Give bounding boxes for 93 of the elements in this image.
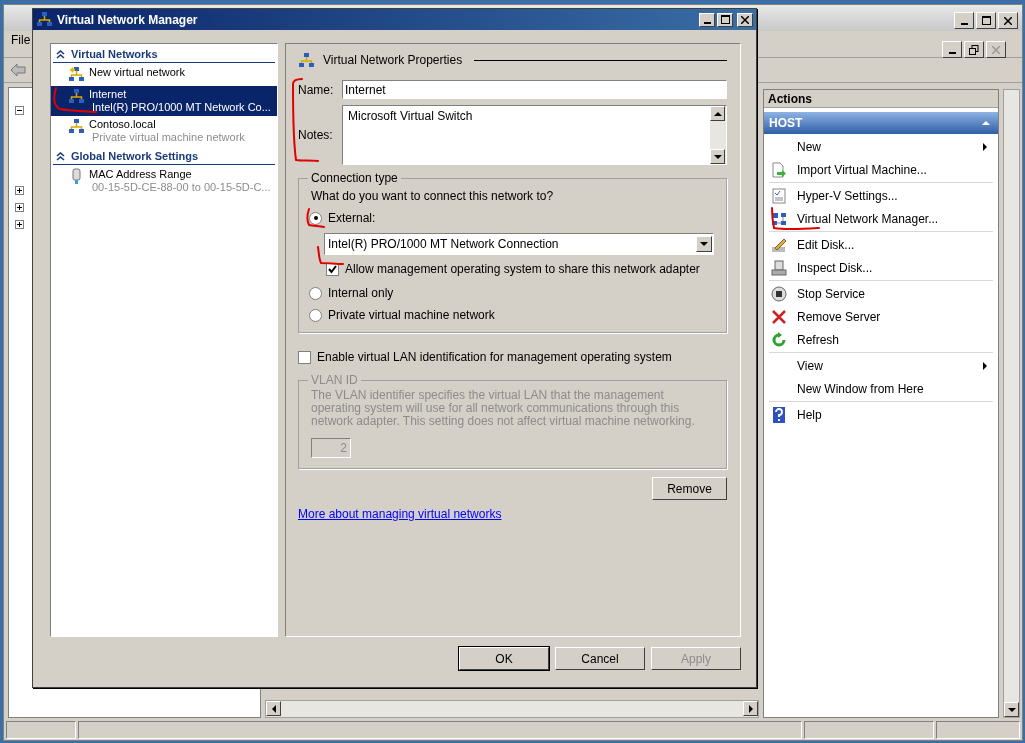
action-link[interactable]: New xyxy=(797,139,973,154)
minimize-button[interactable] xyxy=(699,12,715,27)
maximize-button[interactable] xyxy=(976,12,996,29)
section-header: Virtual Networks xyxy=(71,48,158,60)
minimize-button[interactable] xyxy=(942,41,962,58)
disk-drive-icon xyxy=(771,259,787,276)
action-link[interactable]: Stop Service xyxy=(797,286,989,301)
action-link[interactable]: Refresh xyxy=(797,332,989,347)
restore-button[interactable] xyxy=(964,41,984,58)
help-icon xyxy=(772,406,786,423)
checkmark-icon xyxy=(328,264,337,274)
network-icon xyxy=(68,118,85,135)
minimize-icon xyxy=(960,22,968,25)
pencil-icon xyxy=(771,236,787,253)
scroll-down-icon xyxy=(713,152,722,161)
action-link[interactable]: Virtual Network Manager... xyxy=(797,211,989,226)
scroll-right-icon xyxy=(746,704,755,713)
help-link[interactable]: More about managing virtual networks xyxy=(298,507,502,521)
action-link[interactable]: Inspect Disk... xyxy=(797,260,989,275)
x-icon xyxy=(771,308,787,325)
minimize-icon xyxy=(948,51,956,54)
close-icon xyxy=(1004,16,1012,25)
chevron-up-icon[interactable] xyxy=(56,151,65,161)
close-icon xyxy=(992,45,1000,54)
add-network-icon xyxy=(68,66,85,83)
maximize-icon xyxy=(981,16,991,25)
checkbox[interactable] xyxy=(298,350,311,364)
option-label: Internal only xyxy=(328,286,394,300)
network-icon xyxy=(298,51,315,69)
refresh-icon xyxy=(771,331,787,348)
radio-button[interactable] xyxy=(309,211,322,225)
action-link[interactable]: New Window from Here xyxy=(797,381,989,396)
dropdown-arrow-icon xyxy=(700,240,708,248)
expand-icon[interactable] xyxy=(15,220,24,229)
collapse-icon xyxy=(982,119,990,127)
ink-mark xyxy=(306,208,325,228)
chevron-up-icon[interactable] xyxy=(56,49,65,59)
menu-item[interactable]: File xyxy=(9,29,33,51)
close-button[interactable] xyxy=(998,12,1018,29)
question-text: What do you want to connect this network to? xyxy=(311,189,555,203)
notes-field[interactable]: Microsoft Virtual Switch xyxy=(342,105,727,165)
panel-heading: Virtual Network Properties xyxy=(323,53,463,67)
network-list-item[interactable]: New virtual network xyxy=(51,64,277,86)
network-icon xyxy=(36,11,53,28)
action-link[interactable]: Edit Disk... xyxy=(797,237,989,252)
scroll-down-icon xyxy=(1007,705,1016,714)
vlan-description: The VLAN identifier specifies the virtual LAN that the management operating system will use for all network communications through this network adapter. This setting does not affect virtual machine networking. xyxy=(311,389,696,428)
checklist-icon xyxy=(771,187,787,204)
field-label: Notes: xyxy=(298,128,334,142)
vertical-scrollbar[interactable] xyxy=(1003,89,1020,718)
name-field[interactable]: Internet xyxy=(342,80,727,99)
maximize-button[interactable] xyxy=(717,12,733,27)
adapter-dropdown[interactable]: Intel(R) PRO/1000 MT Network Connection xyxy=(324,233,714,255)
close-button[interactable] xyxy=(737,12,753,27)
section-header: Global Network Settings xyxy=(71,150,199,162)
close-icon xyxy=(741,15,749,24)
network-icon xyxy=(68,88,85,105)
option-label: Private virtual machine network xyxy=(328,308,495,322)
horizontal-scrollbar[interactable] xyxy=(265,700,759,718)
expand-icon[interactable] xyxy=(15,186,24,195)
group-title: VLAN ID xyxy=(310,373,359,387)
network-list-item[interactable]: Contoso.local Private virtual machine network xyxy=(51,116,277,146)
close-button[interactable] xyxy=(986,41,1006,58)
checkbox-label: Allow management operating system to share this network adapter xyxy=(345,262,700,276)
remove-button[interactable]: Remove xyxy=(652,477,727,500)
restore-icon xyxy=(969,44,979,55)
actions-header: Actions xyxy=(764,90,998,108)
radio-button[interactable] xyxy=(309,308,322,322)
dialog-button[interactable]: OK xyxy=(459,647,549,670)
stop-icon xyxy=(771,285,787,302)
dialog-button[interactable]: Cancel xyxy=(555,647,645,670)
minimize-button[interactable] xyxy=(954,12,974,29)
action-link[interactable]: Hyper-V Settings... xyxy=(797,188,989,203)
field-label: Name: xyxy=(298,82,335,97)
minimize-icon xyxy=(703,21,711,24)
maximize-icon xyxy=(720,15,730,24)
action-link[interactable]: Help xyxy=(797,407,989,422)
network-list-item[interactable]: Internet Intel(R) PRO/1000 MT Network Co... xyxy=(51,86,277,116)
action-link[interactable]: View xyxy=(797,358,973,373)
radio-button[interactable] xyxy=(309,286,322,300)
checkbox-label: Enable virtual LAN identification for management operating system xyxy=(317,350,672,364)
network-list-item[interactable]: MAC Address Range 00-15-5D-CE-88-00 to 00-15-5D-C... xyxy=(51,166,277,196)
group-title: Connection type xyxy=(310,171,399,185)
scroll-up-icon xyxy=(713,109,722,118)
back-arrow-icon[interactable] xyxy=(10,63,26,77)
network-icon xyxy=(771,210,787,227)
window-title: Virtual Network Manager xyxy=(57,12,199,27)
action-link[interactable]: Import Virtual Machine... xyxy=(797,162,989,177)
import-icon xyxy=(771,161,787,178)
collapse-icon[interactable] xyxy=(15,106,24,115)
expand-icon[interactable] xyxy=(15,203,24,212)
action-link[interactable]: Remove Server xyxy=(797,309,989,324)
option-label: External: xyxy=(328,211,376,225)
